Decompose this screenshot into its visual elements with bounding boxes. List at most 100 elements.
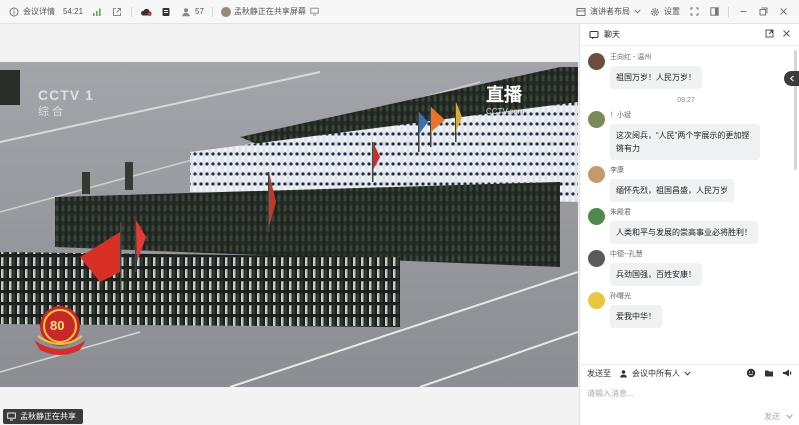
chat-header-actions: [765, 29, 791, 40]
live-text: 直播: [486, 85, 522, 105]
gear-icon: [649, 6, 661, 18]
chat-message: ！小斌 这次阅兵，“人民”两个字展示的更加铿锵有力: [580, 111, 792, 160]
chat-scrollbar[interactable]: [794, 50, 797, 170]
emoji-button[interactable]: [746, 368, 756, 380]
chat-header: 聊天: [580, 24, 799, 46]
close-icon: [779, 8, 787, 15]
chat-message: 孙曙光 爱我中华！: [580, 292, 792, 328]
message-sender: ！小斌: [610, 112, 631, 119]
signal-icon: [91, 6, 103, 18]
avatar: [588, 111, 605, 128]
bottom-status-bar: 孟秋静正在共享: [0, 407, 578, 425]
sharing-indicator: 孟秋静正在共享屏幕: [220, 6, 321, 18]
meeting-timer: 54:21: [63, 7, 83, 16]
send-button[interactable]: 发送: [764, 411, 780, 422]
fullscreen-icon: [690, 7, 698, 16]
timer-text: 54:21: [63, 7, 84, 16]
fullscreen-button[interactable]: [688, 6, 700, 18]
minimize-button[interactable]: [737, 6, 749, 18]
divider: [131, 6, 133, 17]
avatar: [588, 292, 605, 309]
chat-icon: [588, 29, 600, 41]
send-target-select[interactable]: 会议中所有人: [617, 368, 691, 380]
settings-label: 设置: [664, 7, 680, 16]
meeting-details-button[interactable]: 会议详情: [8, 6, 55, 18]
announce-button[interactable]: [782, 368, 792, 380]
avatar: [588, 208, 605, 225]
chevron-down-icon: [786, 414, 793, 419]
live-label: 直播 CCTV.com: [486, 81, 524, 116]
send-to-label: 发送至: [587, 369, 611, 378]
shared-screen-area: CCTV 1 综合 直播 CCTV.com 80: [0, 24, 578, 407]
badge-number: 80: [50, 318, 65, 333]
layout-button[interactable]: 演讲者布局: [575, 6, 641, 18]
sidebar-toggle-button[interactable]: [708, 6, 720, 18]
chat-panel: 聊天 王向红 - 温州 祖国万岁！人民万岁！ 09:27 ！小斌 这次阅兵，“人: [579, 24, 799, 425]
restore-icon: [759, 7, 767, 16]
cloud-record-button[interactable]: [140, 6, 152, 18]
chat-input-placeholder: 请输入消息...: [587, 389, 634, 398]
megaphone-icon: [783, 369, 792, 376]
message-bubble: 人类和平与发展的崇高事业必将胜利！: [610, 221, 758, 244]
chevron-down-icon: [683, 368, 691, 380]
info-icon: [8, 6, 20, 18]
message-bubble: 这次阅兵，“人民”两个字展示的更加铿锵有力: [610, 124, 760, 160]
user-icon: [617, 368, 629, 380]
chat-message: 中德--孔慧 兵劲国强，百姓安康！: [580, 250, 792, 286]
signal-button[interactable]: [91, 6, 103, 18]
send-target-value: 会议中所有人: [632, 369, 680, 378]
popout-button[interactable]: [111, 6, 123, 18]
popout-chat-button[interactable]: [765, 29, 774, 40]
file-button[interactable]: [764, 368, 774, 380]
message-sender: 中德--孔慧: [610, 251, 643, 258]
shared-video[interactable]: CCTV 1 综合 直播 CCTV.com 80: [0, 62, 578, 387]
restore-button[interactable]: [757, 6, 769, 18]
chat-message-list[interactable]: 王向红 - 温州 祖国万岁！人民万岁！ 09:27 ！小斌 这次阅兵，“人民”两…: [580, 47, 792, 389]
message-sender: 朱殿君: [610, 209, 631, 216]
cloud-icon: [140, 6, 152, 18]
message-bubble: 爱我中华！: [610, 305, 662, 328]
chat-timestamp: 09:27: [677, 97, 695, 104]
meeting-details-label: 会议详情: [23, 7, 55, 16]
send-options-button[interactable]: [786, 412, 793, 421]
notes-button[interactable]: [160, 6, 172, 18]
top-toolbar: 会议详情 54:21 57 孟秋静正在共享屏幕 演讲者布局 设置: [0, 0, 799, 24]
channel-logo: CCTV 1 综合: [38, 87, 94, 119]
sidebar-icon: [709, 7, 719, 16]
message-sender: 李康: [610, 167, 624, 174]
divider: [728, 6, 729, 17]
chat-message: 朱殿君 人类和平与发展的崇高事业必将胜利！: [580, 208, 792, 244]
external-link-icon: [111, 6, 123, 18]
meeting-app: 会议详情 54:21 57 孟秋静正在共享屏幕 演讲者布局 设置 CCTV 1 …: [0, 0, 799, 425]
sharing-pill[interactable]: 孟秋静正在共享: [3, 408, 83, 424]
settings-button[interactable]: 设置: [649, 6, 680, 18]
message-sender: 王向红 - 温州: [610, 54, 652, 61]
folder-icon: [765, 370, 773, 376]
close-button[interactable]: [777, 6, 789, 18]
chevron-left-icon: [789, 75, 794, 82]
screen-share-icon: [309, 6, 321, 18]
close-icon: [783, 30, 790, 37]
avatar: [220, 6, 231, 17]
chat-title: 聊天: [604, 30, 620, 39]
emoji-icon: [746, 368, 756, 377]
chat-input[interactable]: 请输入消息... 发送: [580, 382, 799, 425]
send-row: 发送: [764, 411, 793, 422]
sharing-status-text: 孟秋静正在共享屏幕: [233, 7, 306, 16]
message-bubble: 缅怀先烈，祖国昌盛，人民万岁: [610, 179, 734, 202]
channel-sub-text: 综合: [38, 106, 66, 118]
participants-count: 57: [195, 7, 204, 16]
close-chat-button[interactable]: [782, 29, 791, 40]
sharing-pill-text: 孟秋静正在共享: [20, 411, 76, 421]
chat-message: 李康 缅怀先烈，祖国昌盛，人民万岁: [580, 166, 792, 202]
avatar: [588, 250, 605, 267]
document-icon: [160, 6, 172, 18]
popout-icon: [765, 29, 774, 38]
anniversary-badge: 80: [28, 300, 92, 358]
collapse-panel-button[interactable]: [784, 71, 799, 86]
chat-message: 王向红 - 温州 祖国万岁！人民万岁！: [580, 53, 792, 89]
layout-label: 演讲者布局: [590, 7, 630, 16]
participants-button[interactable]: 57: [180, 6, 204, 18]
send-target-bar: 发送至 会议中所有人: [580, 364, 799, 382]
avatar: [588, 166, 605, 183]
